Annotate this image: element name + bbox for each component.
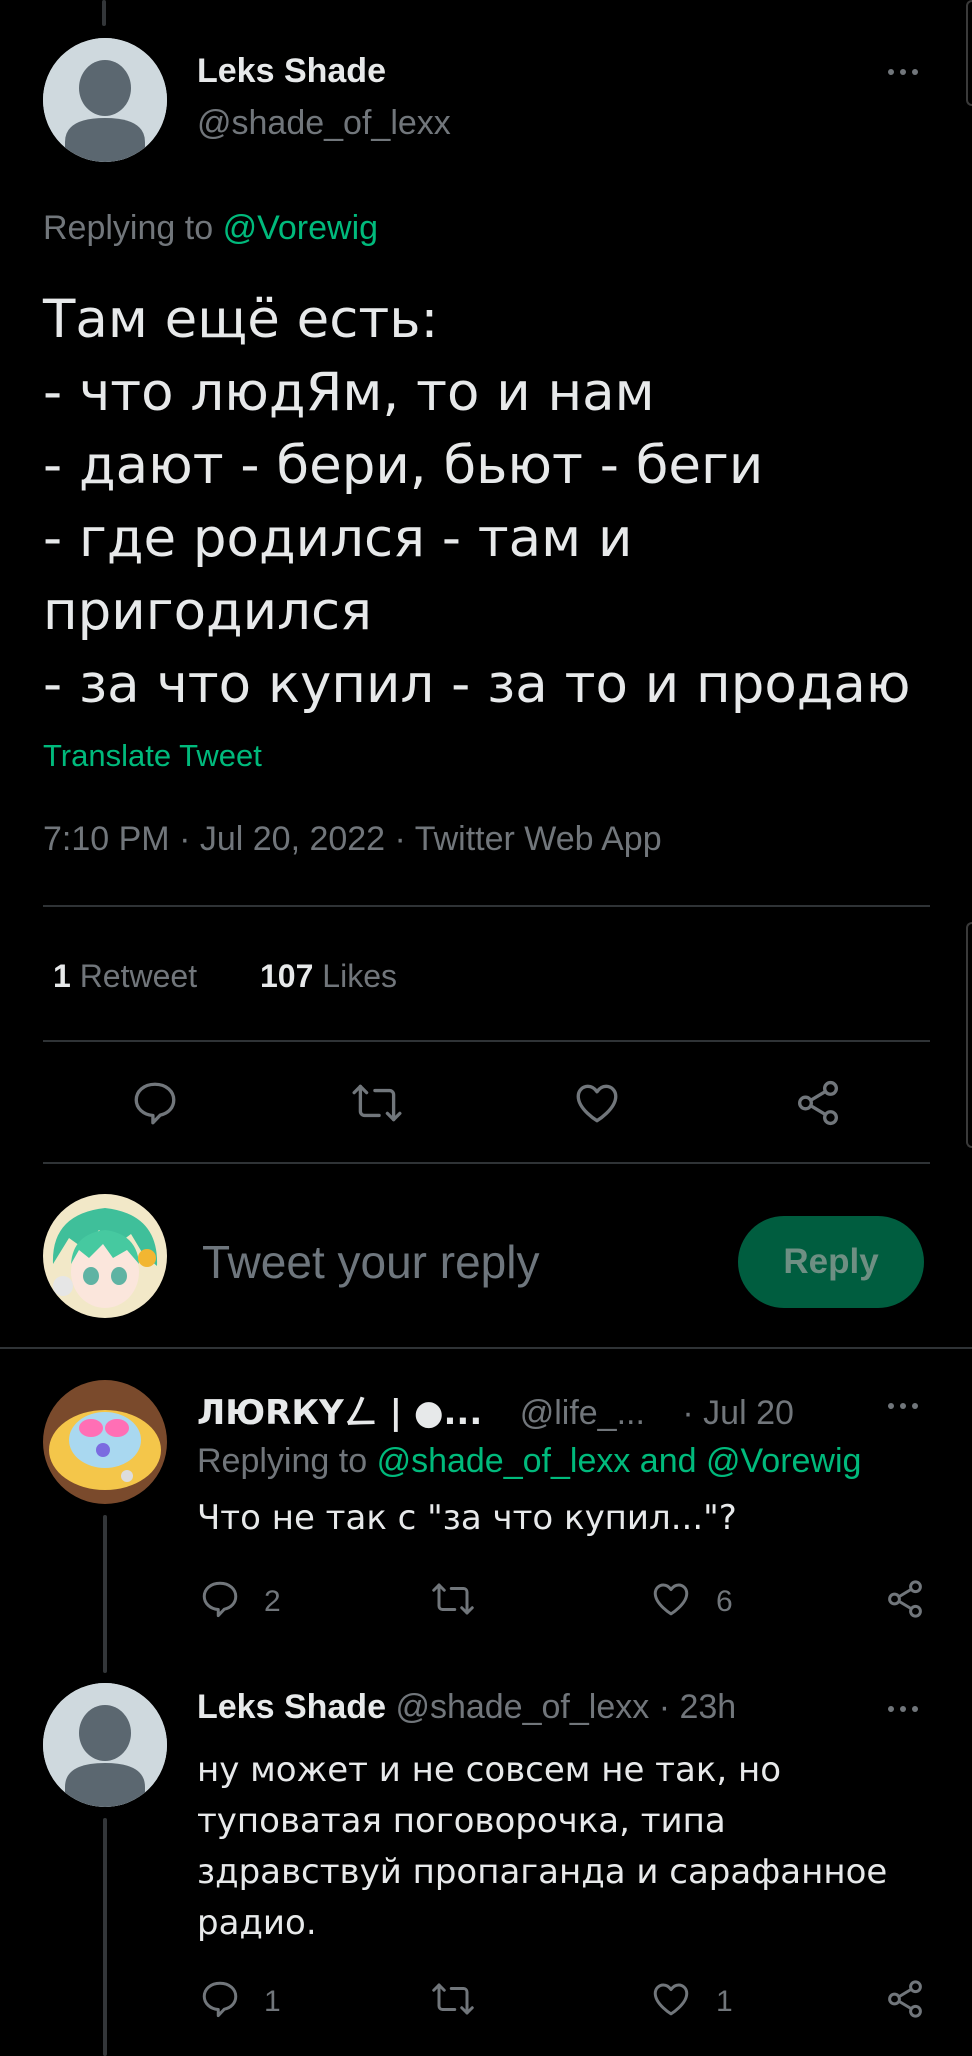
like-icon[interactable] bbox=[572, 1078, 622, 1128]
scrollbar-top[interactable] bbox=[966, 0, 972, 106]
author-handle[interactable]: @shade_of_lexx bbox=[197, 104, 451, 143]
likes-stat[interactable]: 107 Likes bbox=[260, 958, 397, 995]
tweet-text: Там ещё есть: - что людЯм, то и нам - да… bbox=[43, 283, 911, 721]
reply-text: ну может и не совсем не так, но туповата… bbox=[197, 1745, 887, 1949]
reply-author-name[interactable]: ЛЮRКYㄥ | ●... bbox=[197, 1393, 482, 1433]
retweet-count: 1 bbox=[53, 958, 71, 994]
reply-time[interactable]: · 23h bbox=[659, 1688, 737, 1726]
tweet-line: Там ещё есть: bbox=[43, 289, 439, 350]
replying-to-handle[interactable]: @Vorewig bbox=[223, 209, 378, 247]
reply-replying-to: Replying to @shade_of_lexx and @Vorewig bbox=[197, 1442, 861, 1481]
reply-time[interactable]: · Jul 20 bbox=[682, 1394, 794, 1432]
reply-replying-handles[interactable]: @shade_of_lexx and @Vorewig bbox=[377, 1442, 862, 1480]
reply-button[interactable]: Reply bbox=[738, 1216, 924, 1308]
reply-author-handle[interactable]: @life_... bbox=[520, 1394, 645, 1432]
retweet-label: Retweet bbox=[79, 958, 198, 994]
reply-more-options-icon[interactable] bbox=[888, 1706, 918, 1712]
reply-icon[interactable] bbox=[130, 1078, 180, 1128]
reply-text-line: радио. bbox=[197, 1903, 317, 1943]
tweet-line: пригодился bbox=[43, 581, 372, 642]
reply-retweet-icon[interactable] bbox=[430, 1978, 476, 2020]
thread-line-reply-1 bbox=[103, 1515, 107, 1673]
divider bbox=[43, 905, 930, 907]
thread-line-reply-2 bbox=[103, 1818, 107, 2056]
tweet-line: - что людЯм, то и нам bbox=[43, 362, 655, 423]
reply-header: Leks Shade @shade_of_lexx · 23h bbox=[197, 1688, 736, 1727]
reply-text: Что не так с "за что купил..."? bbox=[197, 1498, 737, 1538]
thread-line-top bbox=[102, 0, 106, 26]
current-user-avatar[interactable] bbox=[43, 1194, 167, 1318]
reply-text-line: здравствуй пропаганда и сарафанное bbox=[197, 1852, 888, 1892]
reply-share-icon[interactable] bbox=[884, 1978, 926, 2020]
divider bbox=[43, 1162, 930, 1164]
reply-author-avatar[interactable] bbox=[43, 1380, 167, 1504]
reply-author-handle[interactable]: @shade_of_lexx bbox=[395, 1688, 649, 1726]
reply-more-options-icon[interactable] bbox=[888, 1403, 918, 1409]
author-name[interactable]: Leks Shade bbox=[197, 52, 386, 91]
retweet-icon[interactable] bbox=[350, 1078, 404, 1128]
reply-like-icon[interactable] bbox=[650, 1978, 692, 2020]
author-avatar[interactable] bbox=[43, 38, 167, 162]
section-divider bbox=[0, 1347, 972, 1349]
reply-share-icon[interactable] bbox=[884, 1578, 926, 1620]
more-options-icon[interactable] bbox=[888, 69, 918, 75]
reply-reply-count: 1 bbox=[264, 1985, 281, 2018]
likes-label: Likes bbox=[322, 958, 397, 994]
reply-text-line: ну может и не совсем не так, но bbox=[197, 1750, 782, 1790]
reply-reply-icon[interactable] bbox=[199, 1978, 241, 2020]
reply-replying-label: Replying to bbox=[197, 1442, 368, 1480]
reply-reply-icon[interactable] bbox=[199, 1578, 241, 1620]
reply-reply-count: 2 bbox=[264, 1585, 281, 1618]
reply-like-count: 6 bbox=[716, 1585, 733, 1618]
tweet-meta[interactable]: 7:10 PM · Jul 20, 2022 · Twitter Web App bbox=[43, 820, 662, 859]
reply-text-line: туповатая поговорочка, типа bbox=[197, 1801, 726, 1841]
translate-tweet-link[interactable]: Translate Tweet bbox=[43, 738, 262, 774]
share-icon[interactable] bbox=[793, 1078, 843, 1128]
reply-composer-input[interactable]: Tweet your reply bbox=[202, 1235, 539, 1289]
tweet-line: - где родился - там и bbox=[43, 508, 633, 569]
replying-to-label: Replying to bbox=[43, 209, 214, 247]
divider bbox=[43, 1040, 930, 1042]
reply-like-count: 1 bbox=[716, 1985, 733, 2018]
reply-header: ЛЮRКYㄥ | ●... @life_... · Jul 20 bbox=[197, 1385, 794, 1434]
tweet-line: - дают - бери, бьют - беги bbox=[43, 435, 764, 496]
reply-retweet-icon[interactable] bbox=[430, 1578, 476, 1620]
reply-like-icon[interactable] bbox=[650, 1578, 692, 1620]
replying-to: Replying to @Vorewig bbox=[43, 209, 378, 248]
retweet-stat[interactable]: 1 Retweet bbox=[53, 958, 197, 995]
tweet-line: - за что купил - за то и продаю bbox=[43, 654, 911, 715]
reply-author-name[interactable]: Leks Shade bbox=[197, 1688, 386, 1726]
reply-author-avatar[interactable] bbox=[43, 1683, 167, 1807]
scrollbar-mid[interactable] bbox=[966, 922, 972, 1148]
likes-count: 107 bbox=[260, 958, 314, 994]
